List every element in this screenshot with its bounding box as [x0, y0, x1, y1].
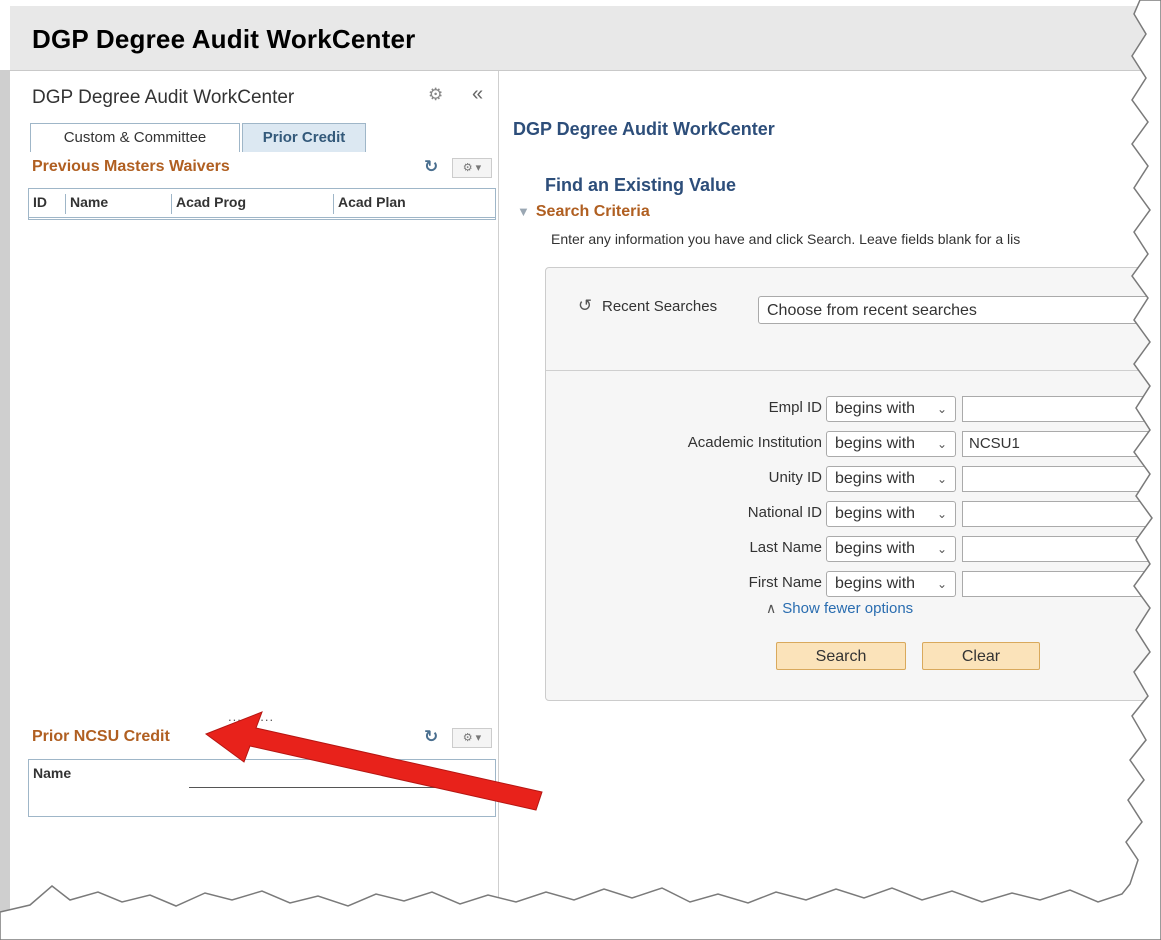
- first-name-input[interactable]: [962, 571, 1161, 597]
- field-label: National ID: [747, 504, 822, 521]
- pagelet-title-waivers: Previous Masters Waivers: [32, 158, 230, 175]
- column-header-name[interactable]: Name: [29, 765, 71, 785]
- banner: DGP Degree Audit WorkCenter: [10, 6, 1161, 71]
- pagelet-header-waivers: Previous Masters Waivers ↻ ⚙ ▾: [28, 157, 494, 179]
- operator-value: begins with: [835, 435, 916, 452]
- prior-credit-grid-header: Name: [29, 760, 495, 786]
- refresh-icon[interactable]: ↻: [424, 157, 438, 177]
- chevron-down-icon: ⌄: [936, 507, 947, 521]
- column-header-acad-prog[interactable]: Acad Prog: [171, 194, 246, 214]
- academic-institution-input[interactable]: NCSU1: [962, 431, 1161, 457]
- collapse-triangle-icon: ▼: [517, 204, 530, 219]
- search-box: ↺ Recent Searches Choose from recent sea…: [545, 267, 1161, 701]
- search-button[interactable]: Search: [776, 642, 906, 670]
- operator-select[interactable]: begins with ⌄: [826, 396, 956, 422]
- operator-value: begins with: [835, 505, 916, 522]
- search-page: DGP Degree Audit WorkCenter Find an Exis…: [499, 71, 1161, 940]
- field-row-empl-id: Empl ID begins with ⌄: [546, 396, 1161, 422]
- search-criteria-label: Search Criteria: [535, 203, 650, 220]
- chevron-down-icon: ⌄: [936, 472, 947, 486]
- pagelet-title-prior-credit: Prior NCSU Credit: [32, 728, 170, 745]
- pagelet-splitter[interactable]: ..........: [228, 709, 274, 724]
- recent-searches-select[interactable]: Choose from recent searches: [758, 296, 1161, 324]
- field-label: First Name: [748, 574, 822, 591]
- field-label: Empl ID: [768, 399, 822, 416]
- column-header-acad-plan[interactable]: Acad Plan: [333, 194, 406, 214]
- chevron-down-icon: ⌄: [936, 542, 947, 556]
- history-icon: ↺: [578, 296, 593, 315]
- operator-select[interactable]: begins with ⌄: [826, 571, 956, 597]
- unity-id-input[interactable]: [962, 466, 1161, 492]
- field-row-academic-institution: Academic Institution begins with ⌄ NCSU1: [546, 431, 1161, 457]
- chevron-down-icon: ⌄: [936, 577, 947, 591]
- options-dropdown-icon[interactable]: ⚙ ▾: [452, 158, 492, 178]
- prior-credit-grid: Name: [28, 759, 496, 817]
- waivers-grid: ID Name Acad Prog Acad Plan: [28, 188, 496, 220]
- recent-searches-label: Recent Searches: [602, 298, 718, 315]
- app-window: DGP Degree Audit WorkCenter DGP Degree A…: [10, 6, 1161, 940]
- field-row-national-id: National ID begins with ⌄: [546, 501, 1161, 527]
- column-header-id[interactable]: ID: [29, 194, 47, 214]
- tab-prior-credit[interactable]: Prior Credit: [242, 123, 366, 152]
- operator-value: begins with: [835, 540, 916, 557]
- empl-id-input[interactable]: [962, 396, 1161, 422]
- search-criteria-toggle[interactable]: ▼ Search Criteria: [517, 203, 650, 221]
- field-label: Last Name: [749, 539, 822, 556]
- operator-value: begins with: [835, 470, 916, 487]
- workcenter-title: DGP Degree Audit WorkCenter: [32, 87, 295, 108]
- workcenter-pane: DGP Degree Audit WorkCenter ⚙ « Custom &…: [10, 71, 499, 940]
- operator-value: begins with: [835, 400, 916, 417]
- show-fewer-label: Show fewer options: [782, 600, 914, 617]
- clear-button[interactable]: Clear: [922, 642, 1040, 670]
- find-existing-value-title: Find an Existing Value: [545, 175, 737, 195]
- banner-title: DGP Degree Audit WorkCenter: [32, 24, 416, 54]
- waivers-grid-header: ID Name Acad Prog Acad Plan: [29, 189, 495, 218]
- divider: [546, 370, 1161, 371]
- chevron-down-icon: ⌄: [936, 402, 947, 416]
- field-row-last-name: Last Name begins with ⌄: [546, 536, 1161, 562]
- page-title: DGP Degree Audit WorkCenter: [513, 119, 775, 139]
- operator-select[interactable]: begins with ⌄: [826, 466, 956, 492]
- options-dropdown-icon[interactable]: ⚙ ▾: [452, 728, 492, 748]
- column-header-name[interactable]: Name: [65, 194, 108, 214]
- collapse-icon[interactable]: «: [472, 83, 483, 106]
- field-row-unity-id: Unity ID begins with ⌄: [546, 466, 1161, 492]
- last-name-input[interactable]: [962, 536, 1161, 562]
- operator-select[interactable]: begins with ⌄: [826, 501, 956, 527]
- gear-icon[interactable]: ⚙: [428, 85, 443, 105]
- chevron-up-icon: ∧: [766, 600, 777, 616]
- field-row-first-name: First Name begins with ⌄: [546, 571, 1161, 597]
- grid-separator: [189, 787, 495, 788]
- pagelet-header-prior-credit: Prior NCSU Credit ↻ ⚙ ▾: [28, 727, 494, 749]
- national-id-input[interactable]: [962, 501, 1161, 527]
- field-label: Unity ID: [768, 469, 822, 486]
- search-instructions: Enter any information you have and click…: [551, 231, 1021, 247]
- window-edge: [0, 70, 10, 940]
- operator-value: begins with: [835, 575, 916, 592]
- field-label: Academic Institution: [687, 434, 822, 451]
- operator-select[interactable]: begins with ⌄: [826, 431, 956, 457]
- tab-custom-committee[interactable]: Custom & Committee: [30, 123, 240, 152]
- operator-select[interactable]: begins with ⌄: [826, 536, 956, 562]
- show-fewer-options-link[interactable]: ∧ Show fewer options: [766, 600, 913, 617]
- chevron-down-icon: ⌄: [936, 437, 947, 451]
- refresh-icon[interactable]: ↻: [424, 727, 438, 747]
